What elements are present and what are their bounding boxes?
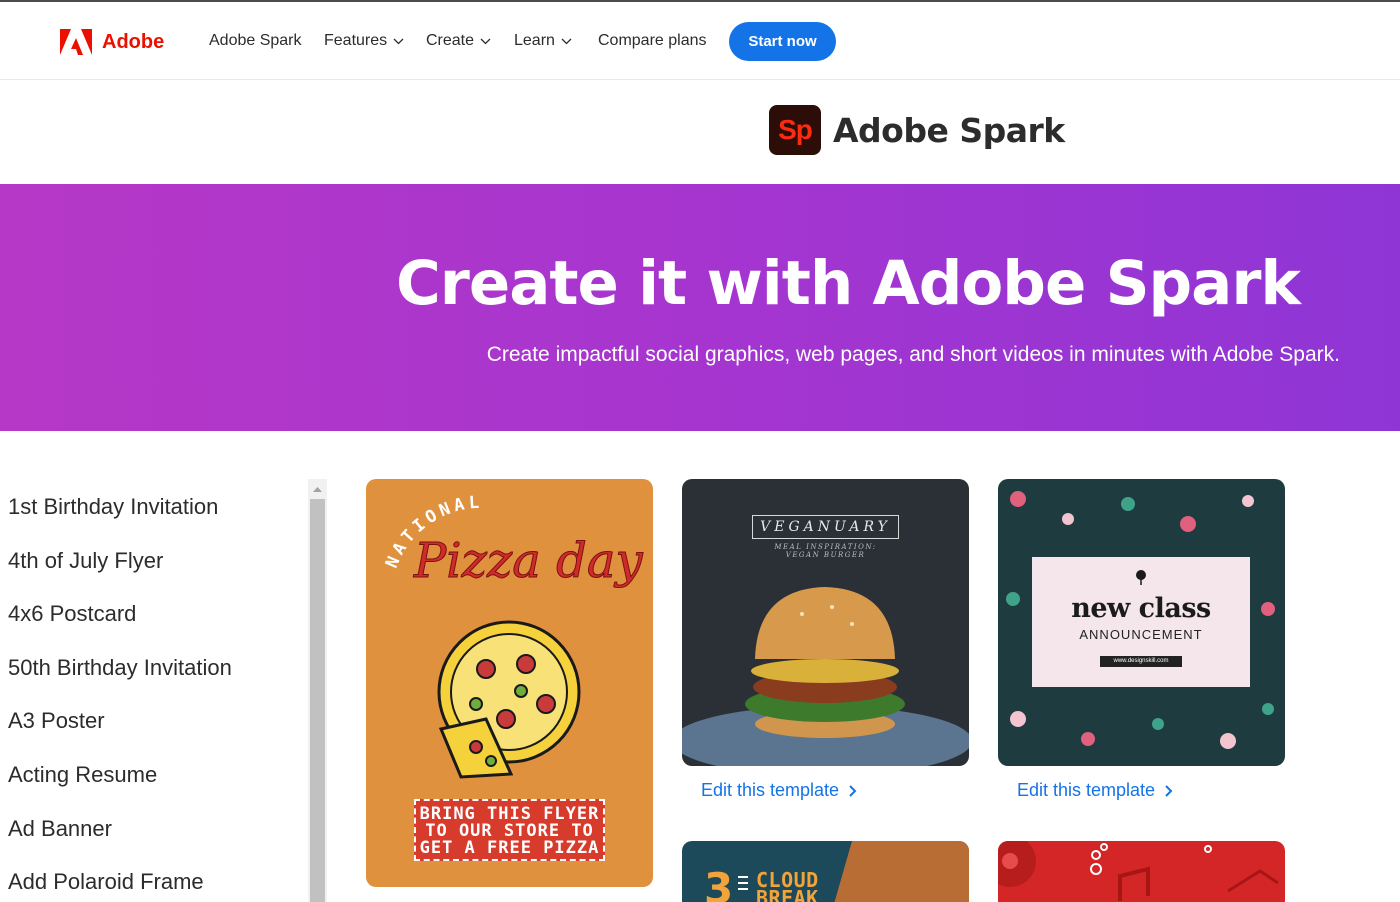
list-item[interactable]: Acting Resume [0, 748, 300, 802]
template-card-music[interactable] [998, 841, 1285, 902]
hero-subtitle: Create impactful social graphics, web pa… [486, 343, 1340, 366]
scroll-up-arrow-icon[interactable] [308, 479, 327, 499]
list-item[interactable]: 50th Birthday Invitation [0, 641, 300, 695]
website-url-tag: www.designskill.com [1100, 656, 1182, 667]
adobe-logo-text: Adobe [102, 30, 165, 53]
nav-adobe-spark-label: Adobe Spark [209, 32, 302, 49]
list-item[interactable]: A3 Poster [0, 694, 300, 748]
sidebar-scrollbar[interactable] [308, 479, 327, 902]
list-item[interactable]: 4x6 Postcard [0, 587, 300, 641]
list-item[interactable]: Ad Banner [0, 802, 300, 856]
chevron-down-icon [561, 38, 572, 44]
veganuary-title: VEGANUARY [752, 515, 899, 539]
music-note-artwork [998, 841, 1279, 901]
template-card-cloud-break[interactable]: 3 CLOUD BREAK [682, 841, 969, 902]
nav-compare-plans-label: Compare plans [598, 32, 707, 49]
nav-learn-label: Learn [514, 32, 555, 49]
nav-features-label: Features [324, 32, 388, 49]
chevron-down-icon [480, 38, 491, 44]
nav-create[interactable]: Create [426, 32, 491, 50]
list-item[interactable]: 4th of July Flyer [0, 534, 300, 588]
spark-app-icon: Sp [769, 105, 821, 155]
template-category-list: 1st Birthday Invitation 4th of July Flye… [0, 480, 300, 902]
nav-learn[interactable]: Learn [514, 32, 572, 50]
nav-adobe-spark[interactable]: Adobe Spark [209, 32, 302, 50]
spark-brand[interactable]: Sp Adobe Spark [769, 105, 1065, 155]
pizza-offer-banner: BRING THIS FLYER TO OUR STORE TO GET A F… [414, 799, 605, 861]
hero-title: Create it with Adobe Spark [395, 248, 1301, 319]
template-card-new-class[interactable]: new class ANNOUNCEMENT www.designskill.c… [998, 479, 1285, 766]
adobe-logo[interactable]: Adobe [60, 29, 164, 55]
hero-banner: Create it with Adobe Spark Create impact… [0, 184, 1400, 431]
list-item[interactable]: Add Polaroid Frame [0, 855, 300, 902]
new-class-title: new class [1071, 593, 1211, 624]
list-item[interactable]: 1st Birthday Invitation [0, 480, 300, 534]
top-navigation: Adobe Adobe Spark Features Create Learn … [0, 0, 1400, 80]
template-card-veganuary[interactable]: VEGANUARY MEAL INSPIRATION: VEGAN BURGER [682, 479, 969, 766]
spark-brand-name: Adobe Spark [833, 110, 1065, 150]
nav-compare-plans[interactable]: Compare plans [598, 32, 707, 50]
nav-features[interactable]: Features [324, 32, 404, 50]
announcement-subtitle: ANNOUNCEMENT [1079, 627, 1203, 642]
edit-template-label: Edit this template [701, 780, 840, 800]
announcement-panel: new class ANNOUNCEMENT www.designskill.c… [1032, 557, 1250, 687]
cloud-break-artwork: 3 [704, 841, 969, 902]
start-now-button[interactable]: Start now [729, 22, 836, 61]
svg-text:3: 3 [704, 864, 733, 902]
cloud-break-title: CLOUD BREAK [756, 868, 819, 902]
adobe-logo-icon [60, 29, 92, 55]
edit-template-link-new-class[interactable]: Edit this template [1017, 780, 1173, 801]
template-card-pizza-day[interactable]: NATIONAL Pizza day BRING THIS FLYER TO O… [366, 479, 653, 887]
nav-create-label: Create [426, 32, 475, 49]
edit-template-label: Edit this template [1017, 780, 1156, 800]
pizza-script-text: Pizza day [413, 533, 643, 589]
chevron-right-icon [849, 784, 857, 797]
chevron-down-icon [393, 38, 404, 44]
scrollbar-thumb[interactable] [310, 499, 325, 902]
veganuary-subtitle: MEAL INSPIRATION: VEGAN BURGER [774, 543, 877, 559]
chevron-right-icon [1165, 784, 1173, 797]
edit-template-link-veganuary[interactable]: Edit this template [701, 780, 857, 801]
flower-icon [1136, 570, 1146, 585]
